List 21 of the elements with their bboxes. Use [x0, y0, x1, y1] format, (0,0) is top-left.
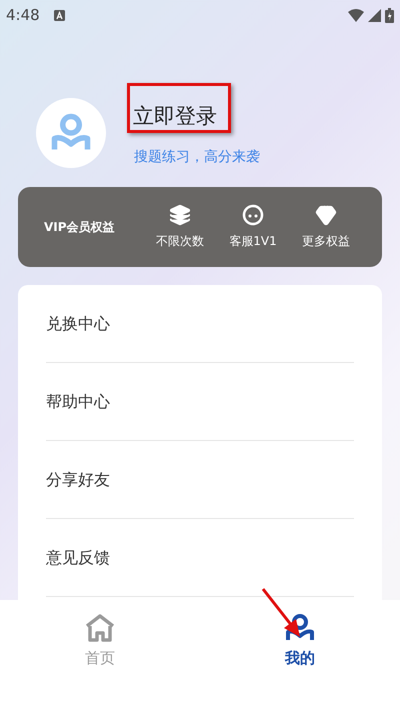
- face-icon: [242, 204, 264, 226]
- home-icon: [84, 612, 116, 644]
- benefit-label: 不限次数: [156, 233, 204, 250]
- diamond-icon: [315, 204, 337, 226]
- wifi-icon: [348, 8, 364, 22]
- menu-item[interactable]: 兑换中心: [46, 285, 354, 363]
- battery-icon: [385, 8, 394, 22]
- menu-item[interactable]: 意见反馈: [46, 519, 354, 597]
- login-title[interactable]: 立即登录: [133, 101, 260, 132]
- nav-tab[interactable]: 我的: [280, 612, 320, 670]
- menu-item[interactable]: 分享好友: [46, 441, 354, 519]
- layers-icon: [169, 204, 191, 226]
- benefit-label: 客服1V1: [229, 233, 277, 250]
- signal-icon: [368, 8, 381, 22]
- vip-banner[interactable]: VIP会员权益 不限次数 客服1V1 更多权益: [18, 187, 382, 267]
- profile-subtitle: 搜题练习，高分来袭: [134, 148, 260, 166]
- notification-icon: [54, 10, 65, 20]
- menu-item[interactable]: 帮助中心: [46, 363, 354, 441]
- vip-label: VIP会员权益: [44, 219, 116, 236]
- status-time: 4:48: [6, 4, 40, 26]
- benefit-label: 更多权益: [302, 233, 350, 250]
